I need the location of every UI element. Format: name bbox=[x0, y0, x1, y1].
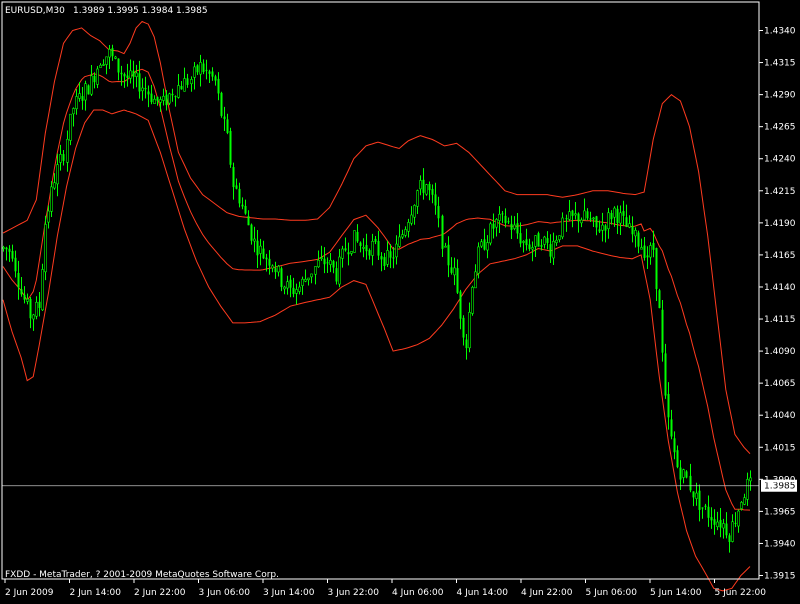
candle bbox=[41, 263, 44, 311]
x-tick-label: 2 Jun 14:00 bbox=[70, 588, 122, 598]
y-tick-label: 1.4240 bbox=[764, 155, 796, 165]
y-tick-label: 1.4140 bbox=[764, 283, 796, 293]
y-tick-label: 1.4265 bbox=[764, 123, 796, 133]
x-tick-label: 3 Jun 22:00 bbox=[328, 588, 380, 598]
x-tick-label: 2 Jun 2009 bbox=[5, 588, 54, 598]
y-tick-label: 1.4165 bbox=[764, 251, 796, 261]
candle bbox=[537, 231, 540, 247]
chart-background bbox=[0, 0, 800, 600]
y-tick-label: 1.4340 bbox=[764, 27, 796, 37]
y-tick-label: 1.4065 bbox=[764, 379, 796, 389]
copyright-text: FXDD - MetaTrader, ? 2001-2009 MetaQuote… bbox=[5, 570, 279, 580]
chart-window: 1.3985 EURUSD,M30 1.3989 1.3995 1.3984 1… bbox=[0, 0, 800, 600]
candle bbox=[658, 288, 661, 309]
y-tick-label: 1.4090 bbox=[764, 347, 796, 357]
x-tick-label: 5 Jun 06:00 bbox=[586, 588, 638, 598]
y-tick-label: 1.3965 bbox=[764, 507, 796, 517]
candle bbox=[44, 215, 47, 281]
x-tick-label: 4 Jun 14:00 bbox=[457, 588, 509, 598]
y-tick-label: 1.3915 bbox=[764, 572, 796, 582]
symbol-label: EURUSD,M30 bbox=[5, 6, 65, 16]
candle bbox=[489, 221, 492, 246]
x-tick-label: 2 Jun 22:00 bbox=[134, 588, 186, 598]
y-tick-label: 1.4190 bbox=[764, 219, 796, 229]
x-tick-label: 3 Jun 06:00 bbox=[199, 588, 251, 598]
x-tick-label: 3 Jun 14:00 bbox=[263, 588, 315, 598]
x-tick-label: 4 Jun 06:00 bbox=[392, 588, 444, 598]
candle bbox=[168, 92, 171, 106]
y-tick-label: 1.4115 bbox=[764, 315, 796, 325]
y-tick-label: 1.4015 bbox=[764, 443, 796, 453]
y-tick-label: 1.4215 bbox=[764, 187, 796, 197]
price-chart: 1.3985 EURUSD,M30 1.3989 1.3995 1.3984 1… bbox=[0, 0, 800, 600]
y-tick-label: 1.4290 bbox=[764, 91, 796, 101]
candle bbox=[425, 183, 428, 196]
x-tick-label: 5 Jun 14:00 bbox=[650, 588, 702, 598]
x-tick-label: 5 Jun 22:00 bbox=[715, 588, 767, 598]
y-tick-label: 1.3940 bbox=[764, 539, 796, 549]
candle bbox=[477, 242, 480, 279]
x-tick-label: 4 Jun 22:00 bbox=[521, 588, 573, 598]
ohlc-readout: 1.3989 1.3995 1.3984 1.3985 bbox=[73, 6, 208, 16]
candle bbox=[471, 285, 474, 316]
candle bbox=[87, 84, 90, 95]
candle bbox=[220, 91, 223, 118]
candle bbox=[229, 127, 232, 168]
candle bbox=[353, 230, 356, 253]
y-tick-label: 1.4315 bbox=[764, 59, 796, 69]
y-tick-label: 1.4040 bbox=[764, 411, 796, 421]
candle bbox=[69, 113, 72, 146]
y-tick-label: 1.3990 bbox=[764, 475, 796, 485]
